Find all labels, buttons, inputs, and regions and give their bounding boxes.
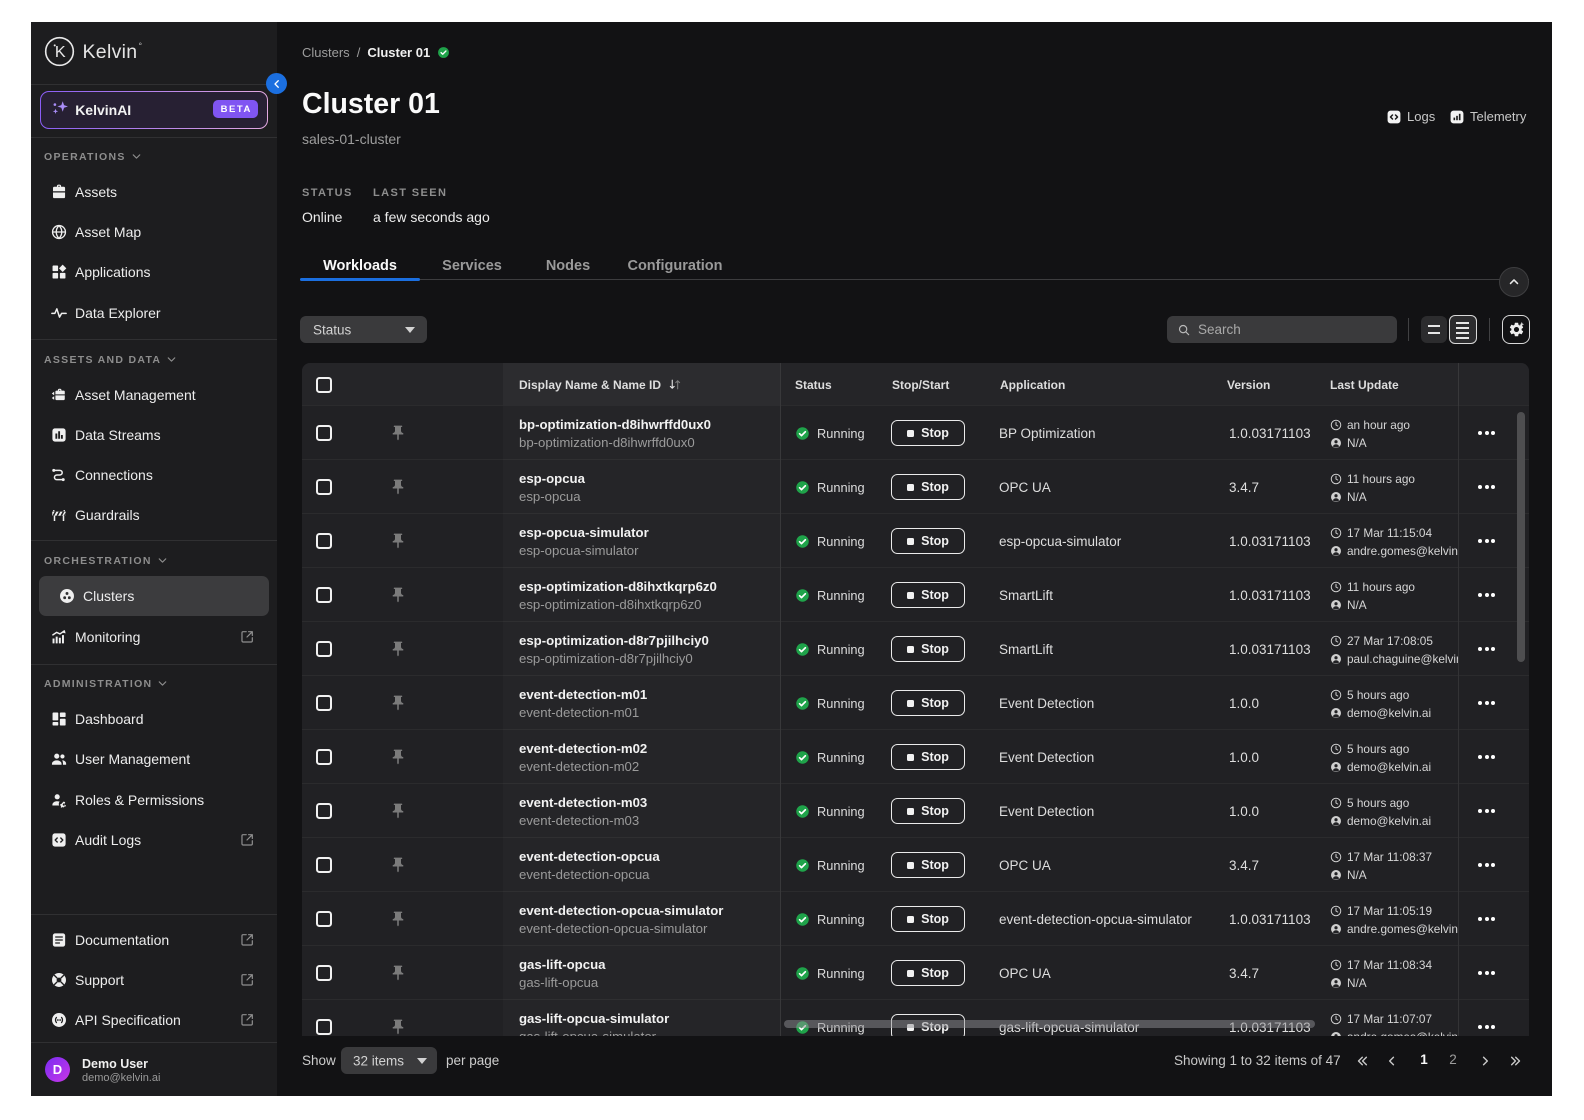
svg-text:K: K xyxy=(54,43,65,61)
